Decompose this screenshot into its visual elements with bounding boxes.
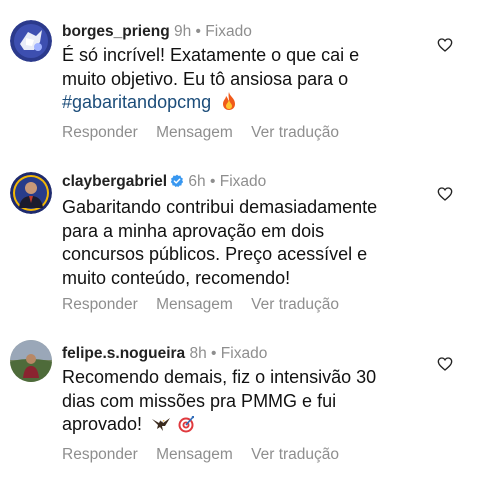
comment: borges_prieng 9h • Fixado É só incrível!… — [0, 0, 477, 150]
comment-meta: claybergabriel 6h • Fixado — [62, 172, 432, 194]
comment-actions: Responder Mensagem Ver tradução — [62, 124, 432, 142]
separator: • — [209, 173, 216, 190]
comment-actions: Responder Mensagem Ver tradução — [62, 446, 432, 464]
comment-text-line: muito objetivo. Eu tô ansiosa para o — [62, 68, 349, 89]
comment-text-line: Recomendo demais, fiz o intensivão 30 — [62, 367, 377, 387]
username[interactable]: felipe.s.nogueira — [62, 345, 185, 362]
pinned-label: Fixado — [219, 173, 267, 190]
heart-outline-icon[interactable] — [437, 356, 453, 372]
username[interactable]: borges_prieng — [62, 23, 170, 40]
message-button[interactable]: Mensagem — [156, 124, 233, 141]
reply-button[interactable]: Responder — [62, 124, 138, 141]
comment-text: É só incrível! Exatamente o que cai e mu… — [62, 44, 432, 118]
message-button[interactable]: Mensagem — [156, 296, 233, 313]
message-button[interactable]: Mensagem — [156, 446, 233, 463]
comment-text-line: para a minha aprovação em dois — [62, 220, 325, 241]
avatar[interactable] — [10, 20, 52, 62]
comment-actions: Responder Mensagem Ver tradução — [62, 296, 432, 314]
see-translation-button[interactable]: Ver tradução — [251, 124, 339, 141]
see-translation-button[interactable]: Ver tradução — [251, 296, 339, 313]
fire-emoji — [220, 91, 238, 118]
comment-meta: felipe.s.nogueira 8h • Fixado — [62, 344, 432, 364]
avatar[interactable] — [10, 172, 52, 214]
comment-meta: borges_prieng 9h • Fixado — [62, 22, 432, 42]
comment-text: Recomendo demais, fiz o intensivão 30 di… — [62, 366, 432, 440]
verified-badge-icon — [170, 174, 184, 194]
reply-button[interactable]: Responder — [62, 296, 138, 313]
timestamp: 8h — [189, 345, 207, 362]
eagle-emoji — [151, 415, 171, 440]
heart-outline-icon[interactable] — [437, 186, 453, 202]
target-emoji — [177, 415, 195, 440]
comment-text-line: dias com missões pra PMMG e fui — [62, 390, 337, 411]
comment: felipe.s.nogueira 8h • Fixado Recomendo … — [0, 320, 477, 480]
hashtag-link[interactable]: #gabaritandopcmg — [62, 92, 211, 112]
comment-text-line: muito conteúdo, recomendo! — [62, 267, 291, 288]
comment: claybergabriel 6h • Fixado Gabaritando c… — [0, 150, 477, 320]
timestamp: 6h — [188, 173, 206, 190]
timestamp: 9h — [173, 23, 192, 40]
separator: • — [211, 345, 217, 362]
comment-text-line: concursos públicos. Preço acessível e — [62, 244, 368, 264]
username[interactable]: claybergabriel — [62, 173, 167, 190]
comment-text: Gabaritando contribui demasiadamente par… — [62, 196, 432, 290]
reply-button[interactable]: Responder — [62, 446, 138, 463]
pinned-label: Fixado — [205, 23, 252, 40]
pinned-label: Fixado — [220, 345, 268, 362]
separator: • — [195, 23, 201, 40]
comment-text-line: Gabaritando contribui demasiadamente — [62, 197, 378, 217]
see-translation-button[interactable]: Ver tradução — [251, 446, 339, 463]
avatar[interactable] — [10, 340, 52, 382]
comment-text-line: aprovado! — [62, 414, 143, 434]
heart-outline-icon[interactable] — [437, 37, 453, 53]
comment-text-line: É só incrível! Exatamente o que cai e — [62, 45, 360, 65]
